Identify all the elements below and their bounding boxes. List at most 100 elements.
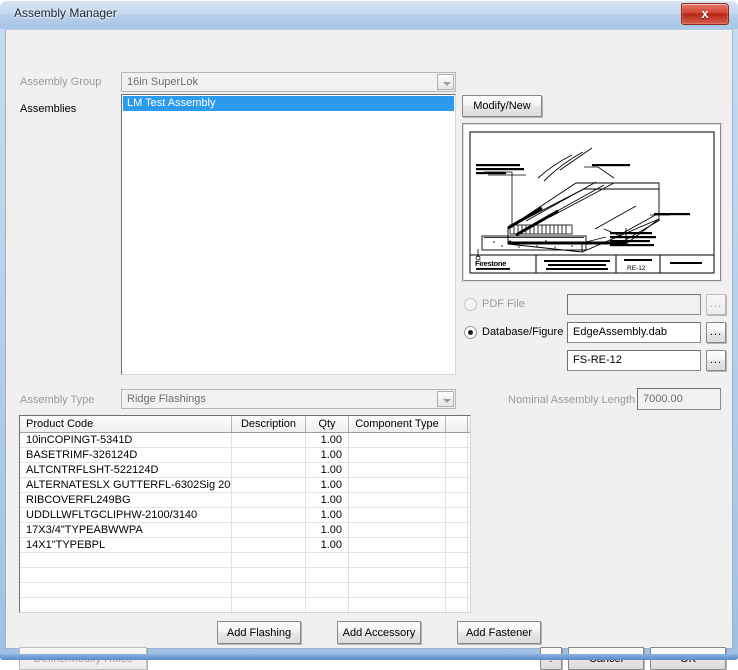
add-accessory-button[interactable]: Add Accessory [337,621,421,644]
table-cell[interactable]: 1.00 [306,433,349,447]
table-cell[interactable]: ALTERNATESLX GUTTERFL-6302Sig 200 [20,478,232,492]
table-cell[interactable] [232,478,306,492]
table-row[interactable]: 17X3/4"TYPEABWWPA 1.00 [20,523,470,538]
table-cell[interactable] [349,553,446,567]
table-row[interactable]: UDDLLWFLTGCLIPHW-2100/3140 1.00 [20,508,470,523]
table-cell[interactable] [349,508,446,522]
chevron-down-icon[interactable] [437,391,454,407]
add-fastener-button[interactable]: Add Fastener [457,621,541,644]
table-cell[interactable]: 17X3/4"TYPEABWWPA [20,523,232,537]
table-cell[interactable] [232,448,306,462]
assembly-type-combo[interactable]: Ridge Flashings [121,389,456,409]
table-cell[interactable] [446,508,468,522]
table-row[interactable] [20,553,470,568]
table-cell[interactable] [446,553,468,567]
close-button[interactable]: x [681,3,729,25]
table-cell[interactable] [232,538,306,552]
table-cell[interactable] [349,463,446,477]
pdf-file-radio[interactable] [464,298,477,311]
table-cell[interactable] [232,523,306,537]
assembly-figure-preview[interactable]: Firestone RE-12 [462,123,722,282]
pdf-file-input[interactable] [567,294,701,315]
figure-browse-button[interactable]: ... [706,350,726,371]
table-cell[interactable]: 1.00 [306,478,349,492]
table-cell[interactable] [232,568,306,582]
chevron-down-icon[interactable] [437,74,454,90]
table-cell[interactable] [232,508,306,522]
table-cell[interactable] [446,538,468,552]
table-row[interactable]: BASETRIMF-326124D 1.00 [20,448,470,463]
database-figure-radio[interactable] [464,326,477,339]
grid-column-header[interactable]: Description [232,416,306,432]
table-cell[interactable]: BASETRIMF-326124D [20,448,232,462]
table-cell[interactable]: 1.00 [306,508,349,522]
table-cell[interactable] [446,583,468,597]
table-cell[interactable] [349,523,446,537]
table-cell[interactable] [20,583,232,597]
table-row[interactable]: 10inCOPINGT-5341D 1.00 [20,433,470,448]
table-cell[interactable] [349,583,446,597]
table-row[interactable] [20,598,470,612]
table-cell[interactable]: 1.00 [306,523,349,537]
table-cell[interactable] [349,568,446,582]
table-cell[interactable] [20,598,232,612]
grid-column-header[interactable]: Component Type [349,416,446,432]
table-cell[interactable] [446,598,468,612]
modify-new-button[interactable]: Modify/New [462,95,542,117]
grid-body[interactable]: 10inCOPINGT-5341D 1.00 BASETRIMF-326124D 1.… [20,433,470,612]
table-row[interactable] [20,583,470,598]
nominal-assembly-length-input[interactable]: 7000.00 [637,388,721,410]
database-figure-browse-button[interactable]: ... [706,322,726,343]
table-cell[interactable] [349,478,446,492]
table-cell[interactable] [306,568,349,582]
grid-column-header[interactable] [446,416,468,432]
table-cell[interactable]: 14X1"TYPEBPL [20,538,232,552]
pdf-file-browse-button[interactable]: ... [706,294,726,315]
table-cell[interactable] [232,463,306,477]
table-cell[interactable] [232,433,306,447]
table-row[interactable]: 14X1"TYPEBPL 1.00 [20,538,470,553]
list-item[interactable]: LM Test Assembly [123,96,454,111]
table-cell[interactable] [306,553,349,567]
assemblies-listbox[interactable]: LM Test Assembly [121,94,456,375]
assembly-group-combo[interactable]: 16in SuperLok [121,72,456,92]
table-cell[interactable] [446,493,468,507]
table-cell[interactable]: 1.00 [306,538,349,552]
grid-column-header[interactable]: Qty [306,416,349,432]
table-cell[interactable] [232,598,306,612]
database-figure-input[interactable]: EdgeAssembly.dab [567,322,701,343]
table-cell[interactable] [349,493,446,507]
table-row[interactable]: ALTCNTRFLSHT-522124D 1.00 [20,463,470,478]
figure-input[interactable]: FS-RE-12 [567,350,701,371]
table-cell[interactable] [446,433,468,447]
table-cell[interactable] [20,553,232,567]
table-cell[interactable] [446,463,468,477]
table-cell[interactable]: ALTCNTRFLSHT-522124D [20,463,232,477]
table-cell[interactable] [446,448,468,462]
title-bar[interactable]: Assembly Manager x [0,0,738,29]
table-row[interactable]: ALTERNATESLX GUTTERFL-6302Sig 200 1.00 [20,478,470,493]
table-cell[interactable] [349,598,446,612]
table-cell[interactable] [446,568,468,582]
table-cell[interactable] [232,553,306,567]
table-cell[interactable] [446,478,468,492]
table-cell[interactable]: 1.00 [306,463,349,477]
table-cell[interactable] [306,583,349,597]
table-cell[interactable]: 1.00 [306,493,349,507]
grid-column-header[interactable]: Product Code [20,416,232,432]
table-cell[interactable] [349,448,446,462]
table-cell[interactable] [306,598,349,612]
table-cell[interactable] [349,433,446,447]
components-grid[interactable]: Product Code Description Qty Component Type… [20,416,470,612]
table-cell[interactable] [232,583,306,597]
table-row[interactable] [20,568,470,583]
add-flashing-button[interactable]: Add Flashing [217,621,301,644]
table-cell[interactable]: 1.00 [306,448,349,462]
table-cell[interactable] [20,568,232,582]
table-cell[interactable]: 10inCOPINGT-5341D [20,433,232,447]
table-cell[interactable] [232,493,306,507]
table-row[interactable]: RIBCOVERFL249BG 1.00 [20,493,470,508]
table-cell[interactable] [446,523,468,537]
table-cell[interactable]: UDDLLWFLTGCLIPHW-2100/3140 [20,508,232,522]
table-cell[interactable]: RIBCOVERFL249BG [20,493,232,507]
